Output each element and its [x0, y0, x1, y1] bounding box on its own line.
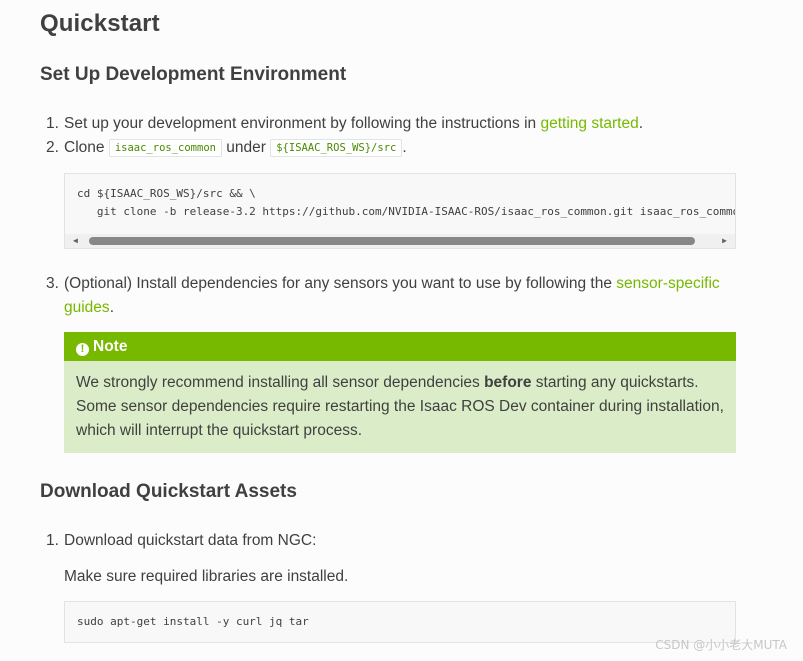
list-number: 1. [46, 532, 59, 549]
code-block-apt-install[interactable]: sudo apt-get install -y curl jq tar [64, 601, 736, 643]
inline-code-workspace-src: ${ISAAC_ROS_WS}/src [270, 139, 403, 157]
section-heading-download: Download Quickstart Assets [40, 481, 297, 502]
step-text: Clone [64, 139, 109, 156]
horizontal-scrollbar[interactable]: ◀ ▶ [65, 234, 735, 248]
step-text: (Optional) Install dependencies for any … [64, 275, 617, 292]
page-title: Quickstart [40, 10, 160, 37]
note-body: We strongly recommend installing all sen… [64, 361, 736, 453]
note-admonition: ! Note We strongly recommend installing a… [64, 332, 736, 453]
step-text: Download quickstart data from NGC: [64, 532, 317, 549]
list-number: 3. [46, 275, 59, 292]
section-heading-setup: Set Up Development Environment [40, 64, 347, 85]
step-text: Set up your development environment by f… [64, 115, 541, 132]
step-text-end: . [109, 299, 114, 316]
inline-code-isaac-ros-common: isaac_ros_common [108, 139, 222, 157]
step-text-end: . [402, 139, 407, 156]
paragraph-requirements: Make sure required libraries are install… [64, 568, 349, 585]
code-line-1: sudo apt-get install -y curl jq tar [77, 615, 309, 628]
note-title: Note [93, 338, 128, 355]
scrollbar-thumb[interactable] [89, 237, 695, 245]
list-item-download-step-1: 1. Download quickstart data from NGC: [46, 529, 316, 553]
step-text-end: . [638, 115, 644, 132]
list-item-setup-step-1: 1. Set up your development environment by… [46, 112, 643, 136]
step-text-mid: under [221, 139, 271, 156]
getting-started-link[interactable]: getting started [540, 115, 638, 132]
sensor-specific-link[interactable]: sensor-specific [616, 275, 719, 292]
guides-link[interactable]: guides [64, 299, 110, 316]
info-icon: ! [76, 343, 89, 356]
code-line-1: cd ${ISAAC_ROS_WS}/src && \ [77, 187, 256, 200]
note-text: We strongly recommend installing all sen… [76, 374, 485, 391]
list-number: 2. [46, 139, 59, 156]
list-item-setup-step-3: 3. (Optional) Install dependencies for an… [46, 272, 736, 320]
code-line-2: git clone -b release-3.2 https://github.… [77, 205, 736, 218]
scroll-left-icon[interactable]: ◀ [73, 237, 78, 245]
note-title-bar: ! Note [64, 332, 736, 361]
note-emphasis: before [484, 374, 532, 391]
list-number: 1. [46, 115, 59, 132]
list-item-setup-step-2: 2. Clone isaac_ros_common under ${ISAAC_R… [46, 136, 407, 160]
page: Quickstart Set Up Development Environmen… [0, 0, 803, 661]
scroll-right-icon[interactable]: ▶ [722, 237, 727, 245]
code-block-clone[interactable]: cd ${ISAAC_ROS_WS}/src && \ git clone -b… [64, 173, 736, 249]
watermark: CSDN @小小老大MUTA [655, 638, 787, 652]
